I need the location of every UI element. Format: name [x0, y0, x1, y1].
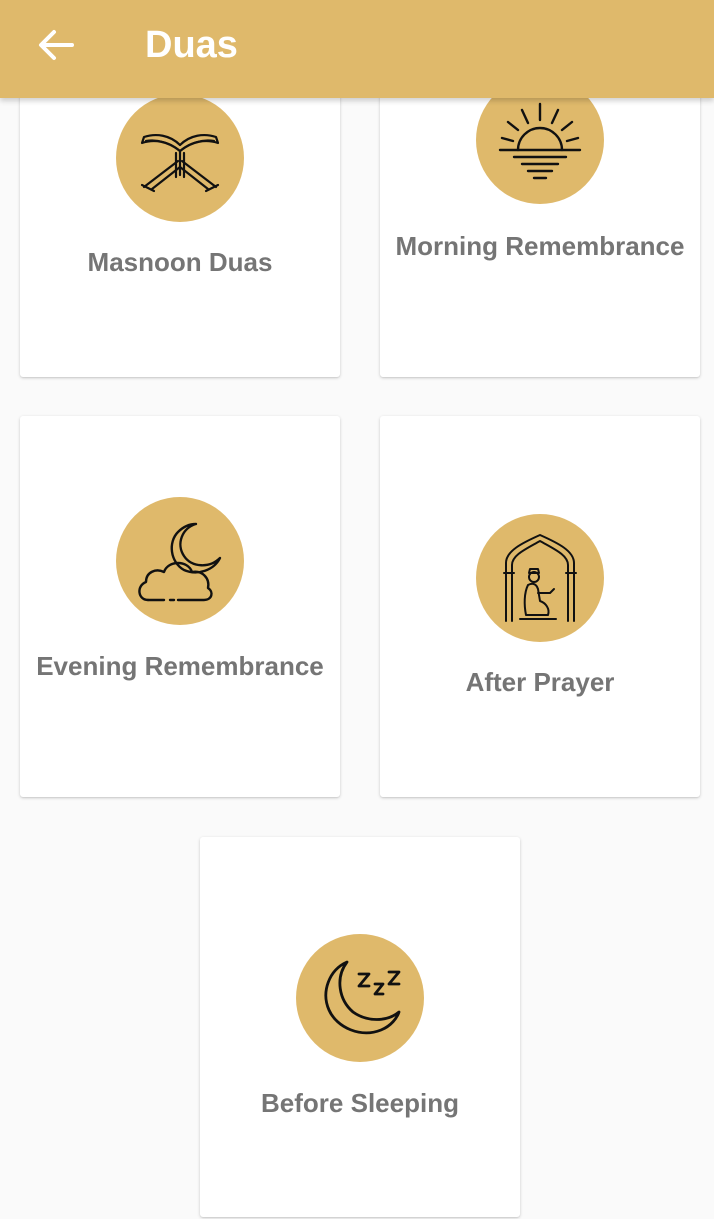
category-label: After Prayer — [465, 667, 615, 697]
icon-circle — [116, 497, 244, 625]
category-label: Morning Remembrance — [395, 231, 685, 261]
quran-stand-icon — [140, 134, 220, 193]
category-card-morning-remembrance[interactable]: Morning Remembrance — [380, 60, 700, 377]
category-card-before-sleeping[interactable]: Before Sleeping — [200, 837, 520, 1217]
app-bar: Duas — [0, 0, 714, 98]
sunrise-icon — [498, 102, 582, 180]
page-title: Duas — [145, 24, 238, 66]
icon-circle — [116, 94, 244, 222]
back-button[interactable] — [28, 22, 84, 68]
category-label: Before Sleeping — [261, 1088, 459, 1118]
category-card-evening-remembrance[interactable]: Evening Remembrance — [20, 416, 340, 797]
icon-circle — [296, 934, 424, 1062]
category-label: Masnoon Duas — [87, 247, 273, 277]
category-card-after-prayer[interactable]: After Prayer — [380, 416, 700, 797]
sleeping-moon-icon — [324, 960, 401, 1035]
arrow-left-icon — [39, 30, 74, 60]
category-card-masnoon-duas[interactable]: Masnoon Duas — [20, 60, 340, 377]
moon-cloud-icon — [138, 522, 222, 602]
category-label: Evening Remembrance — [36, 651, 324, 681]
icon-circle — [476, 514, 604, 642]
praying-person-icon — [503, 534, 577, 622]
